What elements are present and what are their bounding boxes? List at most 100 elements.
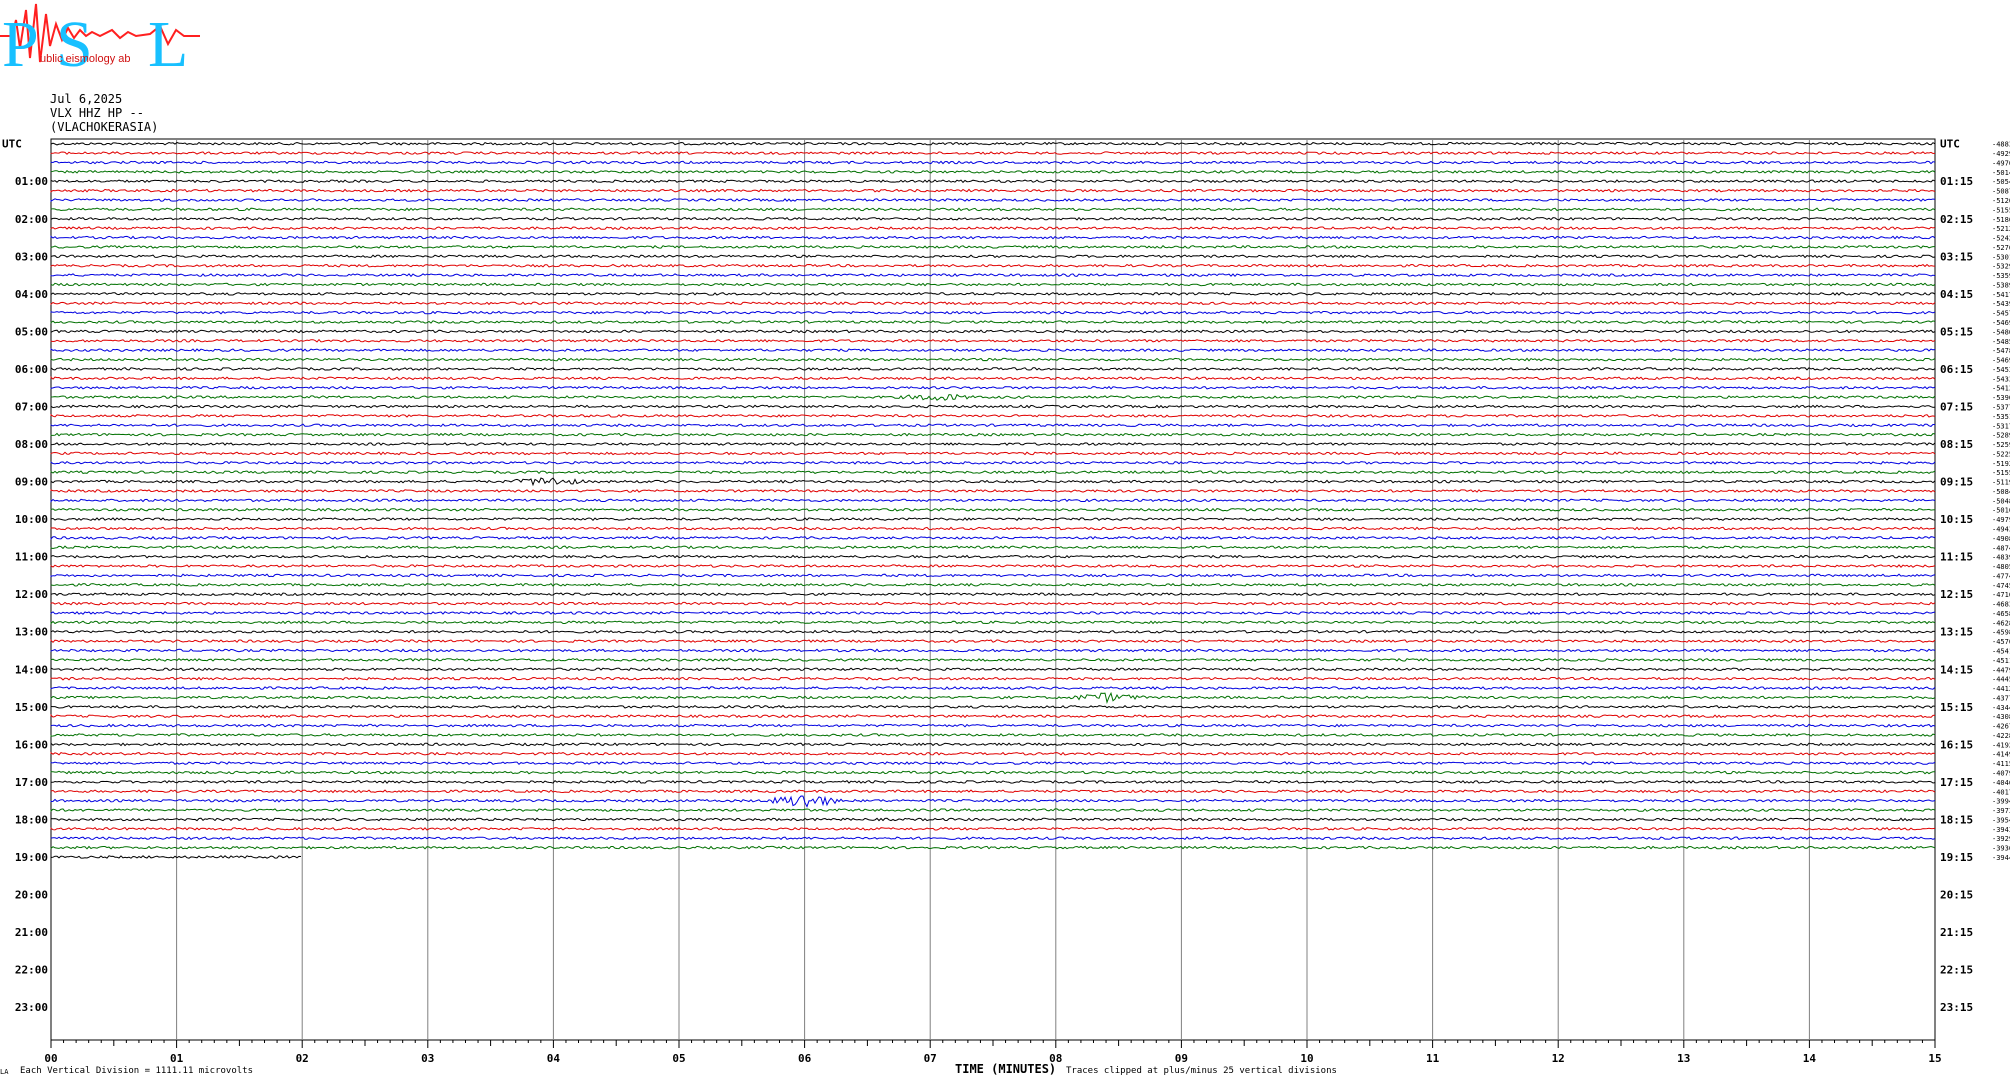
seismic-trace xyxy=(50,160,1936,165)
right-hour-label: 03:15 xyxy=(1940,250,1973,263)
trace-offset-label: -5439 xyxy=(1992,300,2010,308)
trace-offset-label: -4683 xyxy=(1992,601,2010,609)
seismic-trace xyxy=(50,338,1936,343)
seismic-trace xyxy=(50,423,1936,428)
left-hour-label: 01:00 xyxy=(15,175,48,188)
seismic-trace xyxy=(50,808,1936,812)
x-axis-title: TIME (MINUTES) xyxy=(955,1062,1057,1076)
right-hour-label: 02:15 xyxy=(1940,213,1973,226)
trace-offset-label: -4628 xyxy=(1992,619,2010,627)
seismic-trace xyxy=(50,620,1936,625)
left-hour-label: 23:00 xyxy=(15,1001,48,1014)
seismic-trace xyxy=(50,648,1936,653)
right-hour-label: 12:15 xyxy=(1940,588,1973,601)
trace-offset-label: -3929 xyxy=(1992,835,2010,843)
seismic-trace xyxy=(50,817,1936,822)
trace-offset-label: -4511 xyxy=(1992,657,2010,665)
seismic-trace xyxy=(50,526,1936,531)
trace-offset-label: -4267 xyxy=(1992,723,2010,731)
trace-offset-label: -4883 xyxy=(1992,141,2010,149)
seismic-trace xyxy=(50,554,1936,559)
trace-offset-label: -5084 xyxy=(1992,488,2010,496)
footer-clip-note: Traces clipped at plus/minus 25 vertical… xyxy=(1066,1066,1337,1076)
trace-offset-label: -5155 xyxy=(1992,469,2010,477)
x-tick-label: 07 xyxy=(924,1052,937,1065)
seismic-trace xyxy=(50,517,1936,522)
x-tick-label: 05 xyxy=(672,1052,685,1065)
seismic-trace xyxy=(50,498,1936,503)
seismic-trace xyxy=(50,282,1936,287)
trace-offset-label: -5242 xyxy=(1992,235,2010,243)
trace-offset-label: -4874 xyxy=(1992,544,2010,552)
trace-offset-label: -3954 xyxy=(1992,816,2010,824)
seismic-trace xyxy=(50,357,1936,362)
seismic-trace xyxy=(50,170,1936,174)
trace-offset-label: -4115 xyxy=(1992,760,2010,768)
seismic-trace xyxy=(50,507,1936,512)
trace-offset-label: -5478 xyxy=(1992,347,2010,355)
left-hour-label: 09:00 xyxy=(15,476,48,489)
seismic-trace xyxy=(50,704,1936,709)
left-hour-label: 19:00 xyxy=(15,851,48,864)
x-tick-label: 14 xyxy=(1803,1052,1817,1065)
seismic-trace xyxy=(50,273,1936,278)
x-tick-label: 13 xyxy=(1677,1052,1690,1065)
right-hour-label: 07:15 xyxy=(1940,400,1973,413)
seismic-trace xyxy=(50,489,1936,493)
trace-offset-label: -3943 xyxy=(1992,826,2010,834)
right-hour-label: 09:15 xyxy=(1940,476,1973,489)
right-hour-label: 18:15 xyxy=(1940,813,1973,826)
seismic-trace xyxy=(50,691,1936,704)
trace-offset-label: -5048 xyxy=(1992,497,2010,505)
seismic-trace xyxy=(50,601,1936,606)
trace-offset-label: -4929 xyxy=(1992,150,2010,158)
seismic-trace xyxy=(50,657,1936,662)
seismic-trace xyxy=(50,676,1936,681)
trace-offset-label: -5186 xyxy=(1992,216,2010,224)
seismic-trace xyxy=(50,795,1936,808)
right-hour-label: 22:15 xyxy=(1940,964,1973,977)
trace-offset-label: -5469 xyxy=(1992,319,2010,327)
right-hour-label: 14:15 xyxy=(1940,663,1973,676)
seismic-trace xyxy=(50,667,1936,672)
trace-offset-label: -4805 xyxy=(1992,563,2010,571)
seismic-trace xyxy=(50,263,1936,268)
seismic-trace xyxy=(50,564,1936,568)
seismic-trace xyxy=(50,151,1936,156)
left-hour-label: 02:00 xyxy=(15,213,48,226)
trace-offset-label: -5054 xyxy=(1992,178,2010,186)
seismic-trace xyxy=(50,216,1936,221)
seismic-trace xyxy=(50,329,1936,334)
trace-offset-label: -4228 xyxy=(1992,732,2010,740)
left-hour-label: 07:00 xyxy=(15,400,48,413)
trace-offset-label: -5433 xyxy=(1992,375,2010,383)
trace-offset-label: -5480 xyxy=(1992,328,2010,336)
right-hour-label: 08:15 xyxy=(1940,438,1973,451)
trace-offset-label: -4943 xyxy=(1992,525,2010,533)
x-tick-label: 15 xyxy=(1928,1052,1941,1065)
seismic-trace xyxy=(50,770,1935,775)
seismic-trace xyxy=(50,254,1936,259)
seismic-trace xyxy=(50,432,1936,437)
seismic-trace xyxy=(50,573,1936,578)
trace-offset-label: -4412 xyxy=(1992,685,2010,693)
seismic-trace xyxy=(50,855,302,859)
left-hour-label: 03:00 xyxy=(15,250,48,263)
trace-offset-label: -5351 xyxy=(1992,413,2010,421)
trace-offset-label: -4745 xyxy=(1992,582,2010,590)
trace-offset-label: -4308 xyxy=(1992,713,2010,721)
trace-offset-label: -5289 xyxy=(1992,432,2010,440)
seismic-trace xyxy=(50,780,1936,784)
trace-offset-label: -3944 xyxy=(1992,854,2010,862)
right-hour-label: 01:15 xyxy=(1940,175,1973,188)
seismic-trace xyxy=(50,179,1936,184)
seismic-trace xyxy=(50,789,1936,794)
footer-vertical-division: Each Vertical Division = 1111.11 microvo… xyxy=(20,1066,253,1076)
trace-offset-label: -5453 xyxy=(1992,366,2010,374)
trace-offset-label: -4046 xyxy=(1992,779,2010,787)
right-hour-label: 10:15 xyxy=(1940,513,1973,526)
trace-offset-label: -4716 xyxy=(1992,591,2010,599)
trace-offset-label: -5457 xyxy=(1992,310,2010,318)
right-hour-label: 21:15 xyxy=(1940,926,1973,939)
seismic-trace xyxy=(50,545,1936,550)
